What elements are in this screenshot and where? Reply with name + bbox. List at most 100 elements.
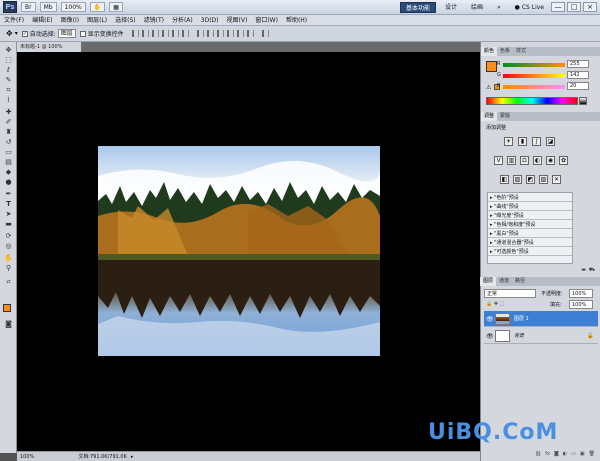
tab-channels[interactable]: 通道 [496, 277, 512, 286]
align-left-icon[interactable] [161, 30, 169, 37]
hand-tool-icon[interactable]: ✋ [3, 254, 14, 263]
blue-value-field[interactable]: 20 [567, 82, 589, 90]
photo-filter-icon[interactable]: ◉ [546, 156, 555, 165]
new-adjustment-icon[interactable]: ◐ [563, 451, 567, 460]
vibrance-icon[interactable]: V [494, 156, 503, 165]
opacity-field[interactable]: 100% [569, 289, 593, 298]
channel-mixer-icon[interactable]: ✿ [559, 156, 568, 165]
tab-styles[interactable]: 样式 [513, 47, 529, 56]
align-bottom-icon[interactable] [151, 30, 159, 37]
tab-masks[interactable]: 蒙版 [497, 112, 513, 121]
minibridge-button[interactable]: Mb [39, 2, 57, 12]
show-transform-checkbox[interactable] [79, 30, 86, 37]
gradient-map-icon[interactable]: ▧ [539, 175, 548, 184]
align-top-icon[interactable] [131, 30, 139, 37]
panel-menu-icon[interactable]: ▬ [581, 267, 586, 273]
minimize-button[interactable]: — [551, 2, 565, 12]
fill-field[interactable]: 100% [569, 300, 593, 309]
eyedropper-tool-icon[interactable]: ⌇ [3, 96, 14, 105]
gradient-tool-icon[interactable]: ▤ [3, 158, 14, 167]
dodge-tool-icon[interactable]: ● [3, 178, 14, 187]
3d-orbit-tool-icon[interactable]: ◎ [3, 242, 14, 251]
layer-style-icon[interactable]: fx [545, 451, 550, 460]
menu-analysis[interactable]: 分析(A) [168, 15, 197, 26]
document-tab[interactable]: 未标题-1 @ 100% (RGB/8) × [17, 42, 81, 60]
quick-select-tool-icon[interactable]: ✎ [3, 76, 14, 85]
move-tool-icon[interactable]: ✥ [6, 29, 13, 38]
blend-mode-dropdown[interactable]: 正常 [484, 289, 536, 298]
type-tool-icon[interactable]: T [3, 200, 14, 209]
hue-saturation-icon[interactable]: ▥ [507, 156, 516, 165]
threshold-icon[interactable]: ◩ [526, 175, 535, 184]
arrange-icon[interactable]: ▦ [109, 2, 123, 12]
link-layers-icon[interactable]: ⛓ [535, 451, 541, 460]
clone-stamp-tool-icon[interactable]: ♜ [3, 128, 14, 137]
menu-view[interactable]: 视图(V) [223, 15, 252, 26]
close-button[interactable]: × [583, 2, 597, 12]
tab-color[interactable]: 颜色 [481, 47, 498, 56]
workspace-essentials[interactable]: 基本功能 [399, 1, 436, 13]
auto-select-checkbox[interactable]: ✓ [21, 30, 28, 37]
color-ramp-bw[interactable] [579, 97, 587, 105]
green-value-field[interactable]: 142 [567, 71, 589, 79]
red-slider[interactable] [503, 63, 565, 67]
delete-layer-icon[interactable]: 🗑 [589, 451, 595, 460]
preset-exposure[interactable]: ▸ "曝光度"预设 [488, 212, 572, 220]
menu-select[interactable]: 选择(S) [111, 15, 140, 26]
pen-tool-icon[interactable]: ✒ [3, 190, 14, 199]
status-zoom[interactable]: 100% [20, 454, 34, 460]
history-brush-tool-icon[interactable]: ↺ [3, 138, 14, 147]
posterize-icon[interactable]: ▨ [513, 175, 522, 184]
menu-3d[interactable]: 3D(D) [197, 15, 223, 26]
black-white-icon[interactable]: ◐ [533, 156, 542, 165]
tab-layers[interactable]: 图层 [480, 277, 497, 286]
selective-color-icon[interactable]: ✕ [552, 175, 561, 184]
preset-curves[interactable]: ▸ "曲线"预设 [488, 203, 572, 211]
status-arrow-icon[interactable]: ▸ [131, 454, 134, 460]
menu-filter[interactable]: 滤镜(T) [140, 15, 168, 26]
shape-tool-icon[interactable]: ▬ [3, 220, 14, 229]
menu-window[interactable]: 窗口(W) [251, 15, 282, 26]
workspace-more-icon[interactable]: » [492, 2, 506, 13]
tab-swatches[interactable]: 色板 [497, 47, 513, 56]
invert-icon[interactable]: ◧ [500, 175, 509, 184]
eraser-tool-icon[interactable]: ▭ [3, 148, 14, 157]
healing-brush-tool-icon[interactable]: ✚ [3, 108, 14, 117]
blue-slider[interactable] [503, 85, 565, 89]
brush-tool-icon[interactable]: ✐ [3, 118, 14, 127]
add-mask-icon[interactable]: ◙ [554, 451, 559, 460]
hand-icon[interactable]: ✋ [89, 2, 106, 12]
layer-row-layer1[interactable]: 👁 图层 1 [484, 311, 598, 327]
menu-layer[interactable]: 图层(L) [83, 15, 111, 26]
layer-name[interactable]: 图层 1 [514, 315, 529, 322]
zoom-tool-icon[interactable]: ⚲ [3, 264, 14, 273]
preset-channel-mixer[interactable]: ▸ "通道混合器"预设 [488, 239, 572, 247]
distribute-top-icon[interactable] [196, 30, 204, 37]
distribute-right-icon[interactable] [246, 30, 254, 37]
menu-file[interactable]: 文件(F) [0, 15, 28, 26]
menu-help[interactable]: 帮助(H) [282, 15, 311, 26]
layer-row-background[interactable]: 👁 背景 🔒 [484, 328, 598, 344]
workspace-painting[interactable]: 绘画 [466, 2, 488, 13]
3d-rotate-tool-icon[interactable]: ⟳ [3, 232, 14, 241]
move-tool-icon[interactable]: ✥ [3, 46, 14, 55]
curves-icon[interactable]: ∫ [532, 137, 541, 146]
visibility-eye-icon[interactable]: 👁 [486, 316, 494, 323]
menu-image[interactable]: 图像(I) [57, 15, 83, 26]
auto-select-dropdown[interactable]: 图层 [57, 29, 76, 38]
path-select-tool-icon[interactable]: ➤ [3, 210, 14, 219]
red-value-field[interactable]: 255 [567, 60, 589, 68]
menu-edit[interactable]: 编辑(E) [28, 15, 56, 26]
color-spectrum-bar[interactable] [486, 97, 578, 105]
zoom-select[interactable]: 100% [60, 2, 86, 12]
align-vcenter-icon[interactable] [141, 30, 149, 37]
foreground-color-swatch[interactable] [3, 304, 11, 312]
clip-icon[interactable]: ⛟ [589, 267, 595, 274]
preset-selective-color[interactable]: ▸ "可选颜色"预设 [488, 248, 572, 256]
blur-tool-icon[interactable]: ◆ [3, 168, 14, 177]
align-hcenter-icon[interactable] [171, 30, 179, 37]
preset-black-white[interactable]: ▸ "黑白"预设 [488, 230, 572, 238]
auto-align-icon[interactable] [261, 30, 269, 37]
new-group-icon[interactable]: ▭ [571, 451, 576, 460]
preset-levels[interactable]: ▸ "色阶"预设 [488, 194, 572, 202]
